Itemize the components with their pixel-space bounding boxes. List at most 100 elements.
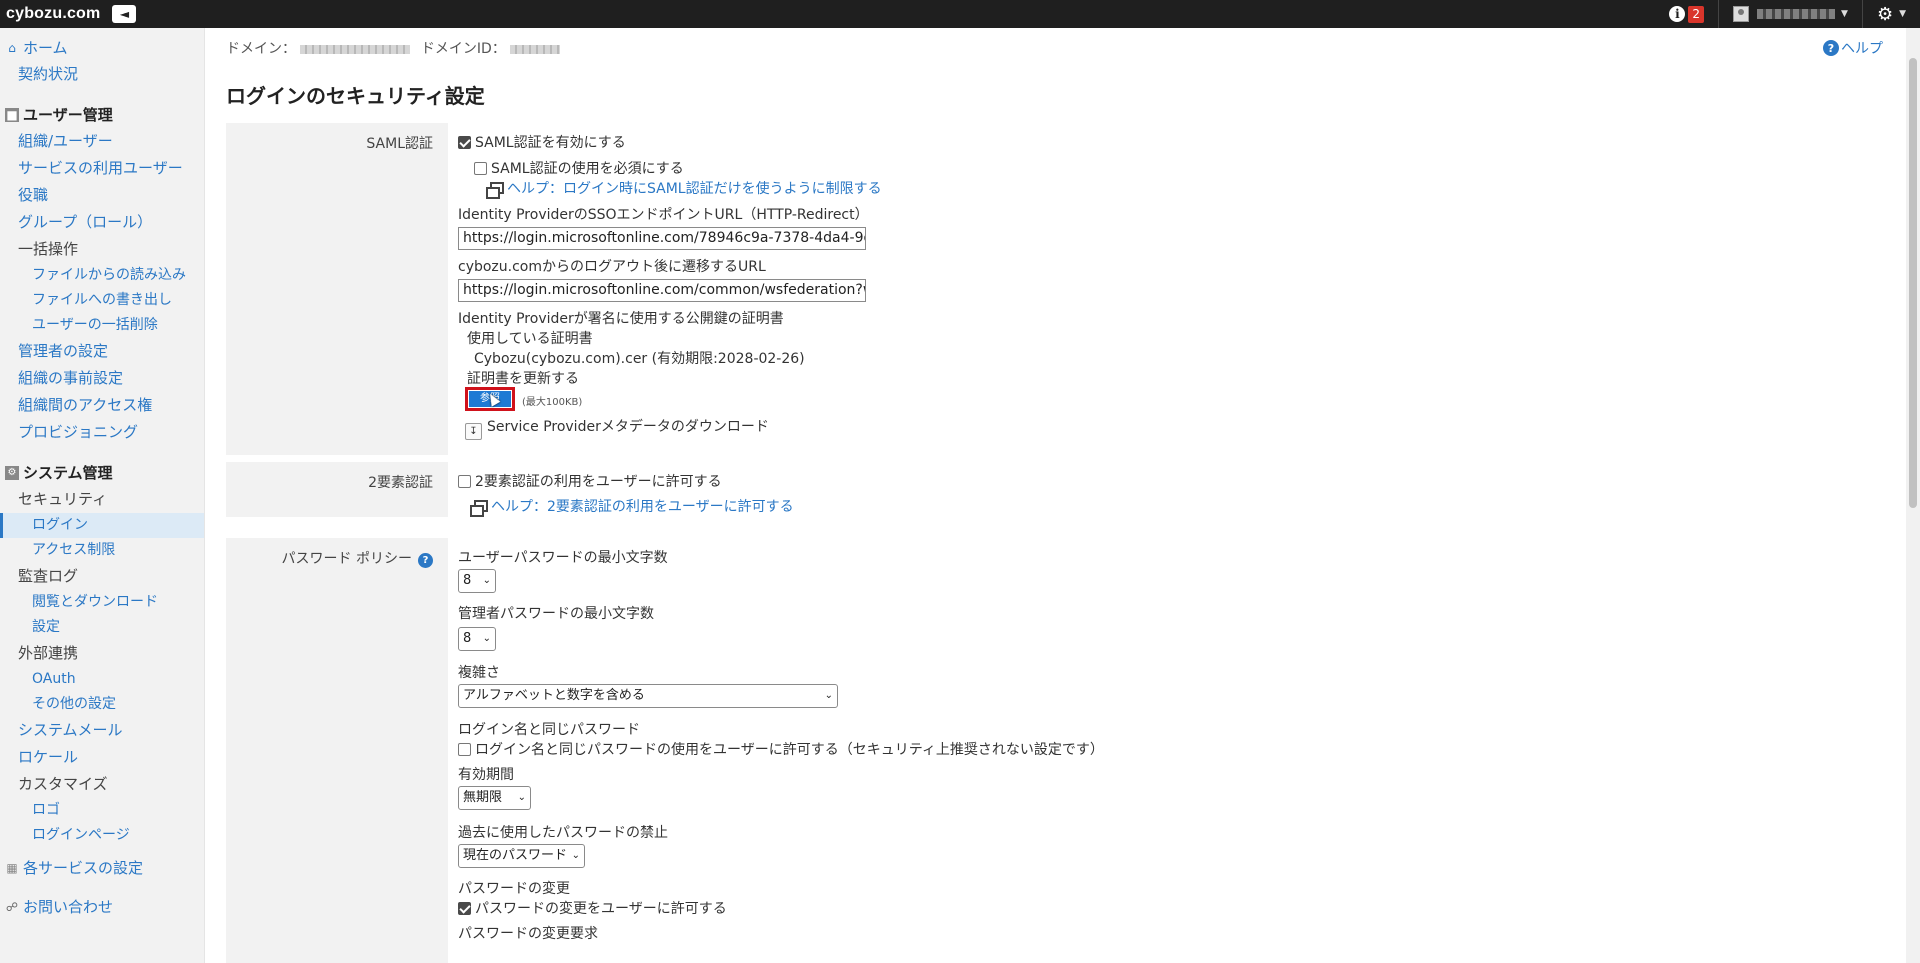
change-allow-label[interactable]: パスワードの変更をユーザーに許可する <box>475 901 727 917</box>
saml-content: SAML認証を有効にする SAML認証の使用を必須にする ヘルプ：ログイン時にS… <box>458 123 1858 455</box>
user-min-length-select[interactable]: 8 ⌄ <box>458 569 496 593</box>
sidebar-item-login[interactable]: ログイン <box>0 513 204 538</box>
sidebar-group-bulk: 一括操作 <box>18 240 79 258</box>
browse-button-highlight[interactable]: 参照 <box>465 387 515 411</box>
sidebar-item-provisioning[interactable]: プロビジョニング <box>0 419 204 446</box>
sidebar-item-locale[interactable]: ロケール <box>0 744 204 771</box>
sso-url-label: Identity ProviderのSSOエンドポイントURL（HTTP-Red… <box>458 207 869 223</box>
saml-help-link[interactable]: ヘルプ：ログイン時にSAML認証だけを使うように制限する <box>486 178 882 199</box>
saml-row: SAML認証 SAML認証を有効にする SAML認証の使用を必須にする ヘルプ：… <box>226 123 1896 455</box>
help-label[interactable]: ヘルプ <box>1841 38 1883 58</box>
sidebar-item-roles[interactable]: 役職 <box>0 182 204 209</box>
sidebar-item-contact[interactable]: ☍ お問い合わせ <box>0 893 204 920</box>
sidebar-item-audit-settings[interactable]: 設定 <box>0 615 204 640</box>
saml-enable-option[interactable]: SAML認証を有効にする <box>458 132 626 152</box>
expiry-value: 無期限 <box>463 790 503 805</box>
same-login-option[interactable]: ログイン名と同じパスワードの使用をユーザーに許可する（セキュリティ上推奨されない… <box>458 739 1104 759</box>
sidebar-item-oauth[interactable]: OAuth <box>0 667 204 692</box>
brand-logo[interactable]: cybozu.com <box>6 5 100 23</box>
info-icon[interactable]: i <box>1669 6 1686 22</box>
main-content: ドメイン： ドメインID： ? ヘルプ ログインのセキュリティ設定 SAML認証… <box>205 28 1905 963</box>
sidebar-item-org-presets[interactable]: 組織の事前設定 <box>0 365 204 392</box>
sso-url-input[interactable]: https://login.microsoftonline.com/78946c… <box>458 227 866 250</box>
section-user-management: ■ ユーザー管理 <box>0 101 204 128</box>
help-link[interactable]: ? ヘルプ <box>1823 38 1883 58</box>
sidebar-item-contract[interactable]: 契約状況 <box>0 61 204 88</box>
user-avatar-icon[interactable] <box>1733 6 1750 22</box>
sidebar-item-export[interactable]: ファイルへの書き出し <box>0 288 204 313</box>
sp-metadata-download-label[interactable]: Service Providerメタデータのダウンロード <box>487 419 769 435</box>
sidebar-item-org-access[interactable]: 組織間のアクセス権 <box>0 392 204 419</box>
same-login-label: ログイン名と同じパスワード <box>458 722 640 738</box>
logout-url-input[interactable]: https://login.microsoftonline.com/common… <box>458 279 866 302</box>
saml-help-label[interactable]: ヘルプ：ログイン時にSAML認証だけを使うように制限する <box>507 181 882 197</box>
expiry-select[interactable]: 無期限 ⌄ <box>458 786 531 810</box>
cert-in-use-label: 使用している証明書 <box>467 331 593 347</box>
top-bar: cybozu.com ◄ i 2 ▼ ⚙ ▼ <box>0 0 1920 28</box>
domain-id-label: ドメインID： <box>420 41 506 57</box>
gear-icon[interactable]: ⚙ <box>1877 4 1893 25</box>
domain-value-redacted <box>300 44 411 54</box>
system-icon: ⚙ <box>5 465 19 480</box>
sidebar-item-service-users[interactable]: サービスの利用ユーザー <box>0 155 204 182</box>
sidebar-item-bulk-delete[interactable]: ユーザーの一括削除 <box>0 313 204 338</box>
complexity-select[interactable]: アルファベットと数字を含める ⌄ <box>458 684 838 708</box>
notification-badge[interactable]: 2 <box>1688 5 1705 23</box>
sidebar-item-groups[interactable]: グループ（ロール） <box>0 209 204 236</box>
sidebar-item-label[interactable]: ホーム <box>23 37 68 58</box>
sidebar-item-admins[interactable]: 管理者の設定 <box>0 338 204 365</box>
password-policy-row: パスワード ポリシー? ユーザーパスワードの最小文字数 8 ⌄ 管理者パスワードの… <box>226 538 1896 963</box>
twofa-row: 2要素認証 2要素認証の利用をユーザーに許可する ヘルプ：2要素認証の利用をユー… <box>226 462 1896 517</box>
sidebar-item-system-mail[interactable]: システムメール <box>0 717 204 744</box>
twofa-allow-checkbox[interactable] <box>458 475 471 488</box>
domain-label: ドメイン： <box>226 41 296 57</box>
sidebar-item-audit-view[interactable]: 閲覧とダウンロード <box>0 590 204 615</box>
scrollbar[interactable] <box>1906 28 1920 963</box>
sidebar-item-label[interactable]: お問い合わせ <box>23 896 113 917</box>
sidebar-item-label[interactable]: 各サービスの設定 <box>23 857 143 878</box>
history-value: 現在のパスワード <box>463 848 568 863</box>
scrollbar-thumb[interactable] <box>1909 58 1917 508</box>
sidebar-item-org-users[interactable]: 組織/ユーザー <box>0 128 204 155</box>
complexity-label: 複雑さ <box>458 665 500 681</box>
question-icon[interactable]: ? <box>418 553 433 568</box>
twofa-help-link[interactable]: ヘルプ：2要素認証の利用をユーザーに許可する <box>470 496 794 517</box>
twofa-label: 2要素認証 <box>226 462 448 517</box>
divider <box>1718 0 1720 28</box>
same-login-allow-label[interactable]: ログイン名と同じパスワードの使用をユーザーに許可する（セキュリティ上推奨されない… <box>475 742 1104 758</box>
settings-chevron-down-icon[interactable]: ▼ <box>1899 9 1906 19</box>
admin-min-length-select[interactable]: 8 ⌄ <box>458 627 496 651</box>
twofa-allow-option[interactable]: 2要素認証の利用をユーザーに許可する <box>458 471 722 491</box>
history-select[interactable]: 現在のパスワード ⌄ <box>458 844 585 868</box>
sidebar-item-logo[interactable]: ロゴ <box>0 798 204 823</box>
password-policy-label-cell: パスワード ポリシー? <box>226 538 448 963</box>
twofa-help-label[interactable]: ヘルプ：2要素認証の利用をユーザーに許可する <box>491 499 794 515</box>
admin-min-length-label: 管理者パスワードの最小文字数 <box>458 606 654 622</box>
user-name-redacted[interactable] <box>1757 9 1836 19</box>
change-allow-checkbox[interactable] <box>458 902 471 915</box>
twofa-allow-label[interactable]: 2要素認証の利用をユーザーに許可する <box>475 474 722 490</box>
expiry-label: 有効期間 <box>458 767 514 783</box>
sidebar-item-login-page[interactable]: ログインページ <box>0 823 204 848</box>
password-policy-content: ユーザーパスワードの最小文字数 8 ⌄ 管理者パスワードの最小文字数 8 ⌄ 複雑さ… <box>458 538 1858 963</box>
user-min-length-value: 8 <box>463 573 472 588</box>
saml-label: SAML認証 <box>226 123 448 455</box>
download-icon[interactable]: ↧ <box>465 423 482 440</box>
sidebar-item-home[interactable]: ⌂ ホーム <box>0 34 204 61</box>
change-allow-option[interactable]: パスワードの変更をユーザーに許可する <box>458 898 727 918</box>
saml-enable-checkbox[interactable] <box>458 136 471 149</box>
chevron-down-icon: ⌄ <box>482 633 491 644</box>
sidebar-item-services[interactable]: ▦ 各サービスの設定 <box>0 854 204 881</box>
saml-require-option[interactable]: SAML認証の使用を必須にする <box>474 158 684 178</box>
change-label: パスワードの変更 <box>458 881 570 897</box>
logout-url-label: cybozu.comからのログアウト後に遷移するURL <box>458 259 766 275</box>
sidebar-item-other-settings[interactable]: その他の設定 <box>0 692 204 717</box>
saml-require-label[interactable]: SAML認証の使用を必須にする <box>491 161 684 177</box>
same-login-checkbox[interactable] <box>458 743 471 756</box>
user-menu-chevron-down-icon[interactable]: ▼ <box>1841 9 1848 19</box>
saml-require-checkbox[interactable] <box>474 162 487 175</box>
sp-metadata-download[interactable]: ↧ Service Providerメタデータのダウンロード <box>465 416 769 440</box>
sidebar-item-access-restriction[interactable]: アクセス制限 <box>0 538 204 563</box>
saml-enable-label[interactable]: SAML認証を有効にする <box>475 135 626 151</box>
sidebar-item-import[interactable]: ファイルからの読み込み <box>0 263 204 288</box>
